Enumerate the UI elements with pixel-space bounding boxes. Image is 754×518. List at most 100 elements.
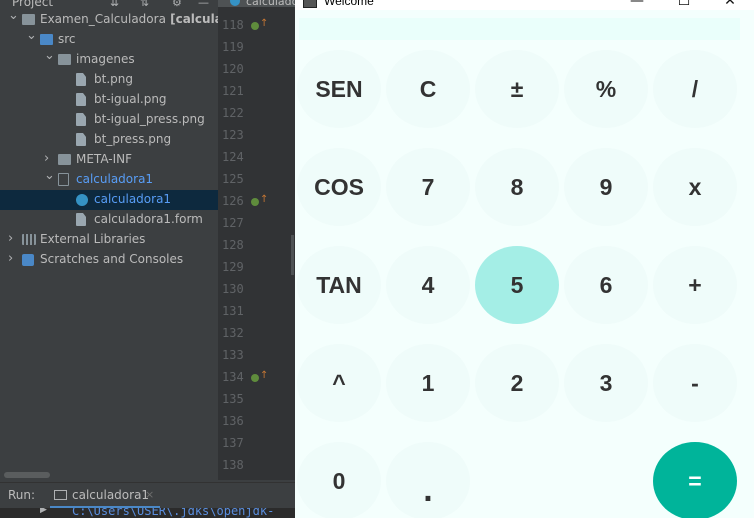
- key-clear-button[interactable]: C: [386, 50, 470, 128]
- override-arrow-icon: ↑: [260, 194, 269, 205]
- key-1-button[interactable]: 1: [386, 344, 470, 422]
- module-icon: [22, 14, 35, 25]
- line-number: 118: [222, 18, 244, 32]
- key-label: -: [691, 369, 699, 396]
- key-label: 6: [599, 271, 613, 298]
- key-label: SEN: [315, 75, 363, 102]
- key-label: ±: [510, 75, 524, 102]
- key-0-button[interactable]: 0: [297, 442, 381, 518]
- project-tree: ⌄Examen_Calculadora [calculador⌄src⌄imag…: [0, 10, 218, 480]
- run-tab-label: calculadora1: [72, 488, 150, 502]
- key-5-button[interactable]: 5: [475, 246, 559, 324]
- chevron-down-icon[interactable]: ⌄: [8, 10, 20, 23]
- implemented-marker-icon[interactable]: [251, 198, 259, 206]
- key-label: /: [691, 75, 699, 102]
- key-label: 3: [599, 369, 613, 396]
- editor-tab[interactable]: calculado: [218, 0, 295, 7]
- key-divide-button[interactable]: /: [653, 50, 737, 128]
- implemented-marker-icon[interactable]: [251, 374, 259, 382]
- hide-icon[interactable]: —: [198, 0, 209, 9]
- override-arrow-icon: ↑: [260, 18, 269, 29]
- line-number: 136: [222, 414, 244, 428]
- key-4-button[interactable]: 4: [386, 246, 470, 324]
- tree-item[interactable]: calculadora1: [0, 190, 218, 210]
- tree-item[interactable]: bt.png: [0, 70, 218, 90]
- line-number: 135: [222, 392, 244, 406]
- chevron-down-icon[interactable]: ⌄: [26, 30, 38, 43]
- key-power-button[interactable]: ^: [297, 344, 381, 422]
- source-folder-icon: [40, 34, 53, 45]
- tree-item[interactable]: ⌄ imagenes: [0, 50, 218, 70]
- minimize-button[interactable]: —: [614, 0, 660, 10]
- run-label: Run:: [8, 488, 36, 502]
- folder-icon: [58, 54, 71, 65]
- key-tan-button[interactable]: TAN: [297, 246, 381, 324]
- tree-item[interactable]: bt-igual_press.png: [0, 110, 218, 130]
- key-label: COS: [314, 173, 364, 200]
- key-8-button[interactable]: 8: [475, 148, 559, 226]
- chevron-right-icon[interactable]: ›: [8, 231, 20, 246]
- run-tab[interactable]: calculadora1 ×: [50, 483, 160, 509]
- key-label: 2: [510, 369, 524, 396]
- key-decimal-button[interactable]: .: [386, 442, 470, 518]
- tree-item[interactable]: ⌄ calculadora1: [0, 170, 218, 190]
- form-file-icon: [76, 213, 86, 226]
- line-number: 124: [222, 150, 244, 164]
- key-label: 0: [332, 467, 346, 494]
- tree-item-label: calculadora1.form: [94, 212, 203, 226]
- tree-item[interactable]: › Scratches and Consoles: [0, 250, 218, 270]
- tree-item[interactable]: › META-INF: [0, 150, 218, 170]
- key-label: x: [688, 173, 702, 200]
- chevron-right-icon[interactable]: ›: [8, 251, 20, 266]
- maximize-button[interactable]: ☐: [661, 0, 707, 10]
- key-equals-button[interactable]: =: [653, 442, 737, 518]
- window-titlebar[interactable]: Welcome — ☐ ✕: [295, 0, 754, 10]
- tree-item[interactable]: ⌄ Examen_Calculadora [calculador: [0, 10, 218, 30]
- tree-item[interactable]: › External Libraries: [0, 230, 218, 250]
- tree-item-label: imagenes: [76, 52, 135, 66]
- key-subtract-button[interactable]: -: [653, 344, 737, 422]
- key-add-button[interactable]: +: [653, 246, 737, 324]
- run-toolbar: Run: calculadora1 ×: [0, 482, 295, 509]
- chevron-right-icon[interactable]: ›: [44, 151, 56, 166]
- horizontal-scrollbar[interactable]: [4, 472, 50, 478]
- editor-tab-label: calculado: [246, 0, 295, 7]
- tree-item-label: Examen_Calculadora [calculador: [40, 12, 218, 26]
- key-multiply-button[interactable]: x: [653, 148, 737, 226]
- project-label[interactable]: Project: [12, 0, 53, 9]
- tree-item[interactable]: bt_press.png: [0, 130, 218, 150]
- tree-item[interactable]: calculadora1.form: [0, 210, 218, 230]
- gear-icon[interactable]: ⚙: [172, 0, 182, 9]
- line-number: 119: [222, 40, 244, 54]
- locate-icon[interactable]: ⇅: [140, 0, 149, 9]
- run-arrow-icon: ▶: [40, 508, 47, 515]
- collapse-all-icon[interactable]: ⇊: [110, 0, 119, 9]
- key-6-button[interactable]: 6: [564, 246, 648, 324]
- key-3-button[interactable]: 3: [564, 344, 648, 422]
- key-plus-minus-button[interactable]: ±: [475, 50, 559, 128]
- chevron-down-icon[interactable]: ⌄: [44, 50, 56, 63]
- tree-item-label: bt-igual.png: [94, 92, 167, 106]
- chevron-down-icon[interactable]: ⌄: [44, 170, 56, 183]
- tree-item[interactable]: ⌄ src: [0, 30, 218, 50]
- console-icon: [54, 490, 67, 500]
- key-cos-button[interactable]: COS: [297, 148, 381, 226]
- tree-item[interactable]: bt-igual.png: [0, 90, 218, 110]
- java-app-icon: [303, 0, 317, 8]
- close-button[interactable]: ✕: [707, 0, 753, 10]
- key-percent-button[interactable]: %: [564, 50, 648, 128]
- calculator-display[interactable]: [299, 18, 740, 40]
- line-number: 120: [222, 62, 244, 76]
- line-number: 128: [222, 238, 244, 252]
- image-file-icon: [76, 113, 86, 126]
- close-icon[interactable]: ×: [145, 488, 154, 501]
- key-label: C: [419, 75, 437, 102]
- image-file-icon: [76, 73, 86, 86]
- key-9-button[interactable]: 9: [564, 148, 648, 226]
- key-2-button[interactable]: 2: [475, 344, 559, 422]
- key-sin-button[interactable]: SEN: [297, 50, 381, 128]
- project-tool-header: Project ⇊ ⇅ ⚙ —: [0, 0, 218, 10]
- key-7-button[interactable]: 7: [386, 148, 470, 226]
- console-text: C:\Users\USER\.jdks\openjdk-: [72, 508, 275, 518]
- implemented-marker-icon[interactable]: [251, 22, 259, 30]
